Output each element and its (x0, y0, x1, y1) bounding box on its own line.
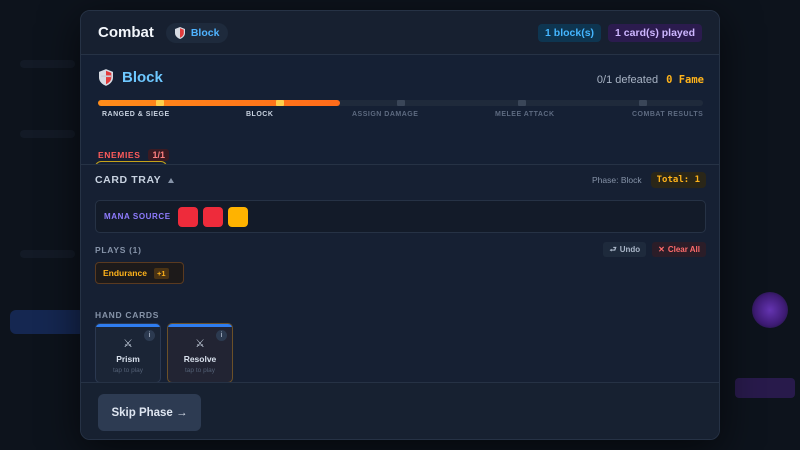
combat-modal: Combat Block 1 block(s) 1 card(s) played… (80, 10, 720, 440)
step-marker (156, 100, 164, 106)
undo-button[interactable]: ⮐ Undo (603, 242, 647, 257)
hand-card[interactable]: i ⚔ Prism tap to play (95, 323, 161, 383)
enemies-header: ENEMIES 1/1 (98, 149, 169, 161)
shield-icon (99, 69, 113, 86)
phase-title: Block (122, 69, 163, 86)
clear-all-button[interactable]: ✕ Clear All (652, 242, 706, 257)
defeated-count: 0/1 defeated (596, 74, 659, 86)
crossed-swords-icon: ⚔ (123, 338, 133, 350)
played-card-chip[interactable]: Endurance +1 (95, 262, 184, 284)
step-marker (397, 100, 405, 106)
card-tray-title: CARD TRAY (95, 174, 162, 186)
step-melee-attack: MELEE ATTACK (495, 111, 555, 118)
step-marker (276, 100, 284, 106)
defeated-status: 0/1 defeated 0 Fame (597, 74, 704, 86)
phase-pill-label: Block (190, 26, 220, 39)
card-hint: tap to play (113, 367, 143, 374)
mana-die-gold[interactable] (227, 206, 248, 227)
background-panel (10, 310, 85, 334)
modal-title: Combat (98, 24, 154, 41)
phase-progress-bar (98, 100, 703, 106)
card-hint: tap to play (185, 367, 215, 374)
caret-up-icon (168, 177, 175, 183)
enemies-count: 1/1 (148, 149, 169, 161)
phase-section: Block 0/1 defeated 0 Fame RANGED & SIEGE… (81, 55, 719, 171)
enemies-label: ENEMIES (98, 150, 141, 160)
hand-cards-label: HAND CARDS (95, 310, 160, 320)
phase-progress-fill (98, 100, 340, 106)
background-panel (20, 130, 75, 138)
mana-die-red[interactable] (177, 206, 198, 227)
skip-phase-button[interactable]: Skip Phase → (98, 394, 201, 431)
undo-label: Undo (619, 245, 641, 254)
background-panel (735, 378, 795, 398)
background-orb (752, 292, 788, 328)
played-card-value: +1 (153, 267, 169, 279)
undo-icon: ⮐ (609, 245, 617, 254)
step-combat-results: COMBAT RESULTS (632, 111, 704, 118)
total-badge: Total: 1 (650, 172, 706, 188)
mana-die-red[interactable] (202, 206, 223, 227)
tray-phase-text: Phase: Block (592, 175, 642, 185)
close-icon: ✕ (658, 245, 665, 254)
step-marker (639, 100, 647, 106)
step-ranged-siege: RANGED & SIEGE (102, 111, 170, 118)
step-marker (518, 100, 526, 106)
step-assign-damage: ASSIGN DAMAGE (352, 111, 419, 118)
shield-icon (174, 26, 185, 39)
card-tray: CARD TRAY Phase: Block Total: 1 MANA SOU… (81, 164, 719, 383)
mana-source-label: MANA SOURCE (104, 212, 171, 221)
background-panel (20, 60, 75, 68)
modal-header: Combat Block 1 block(s) 1 card(s) played (81, 11, 719, 55)
played-card-name: Endurance (103, 268, 147, 278)
fame-counter: 0 Fame (666, 74, 704, 86)
crossed-swords-icon: ⚔ (195, 338, 205, 350)
card-name: Prism (116, 354, 140, 364)
card-name: Resolve (183, 354, 217, 364)
phase-steps: RANGED & SIEGE BLOCK ASSIGN DAMAGE MELEE… (81, 111, 719, 121)
hand-card[interactable]: i ⚔ Resolve tap to play (167, 323, 233, 383)
modal-footer: Skip Phase → (81, 382, 719, 439)
clear-all-label: Clear All (667, 245, 700, 254)
card-color-bar (96, 324, 160, 327)
card-tray-toggle[interactable]: CARD TRAY (95, 174, 175, 186)
phase-pill: Block (165, 22, 229, 43)
mana-source: MANA SOURCE (95, 200, 706, 233)
blocks-badge: 1 block(s) (538, 23, 602, 42)
card-color-bar (168, 324, 232, 327)
step-block: BLOCK (246, 111, 274, 118)
background-panel (20, 250, 75, 258)
plays-label: PLAYS (1) (95, 245, 142, 255)
cards-played-badge: 1 card(s) played (608, 23, 702, 42)
